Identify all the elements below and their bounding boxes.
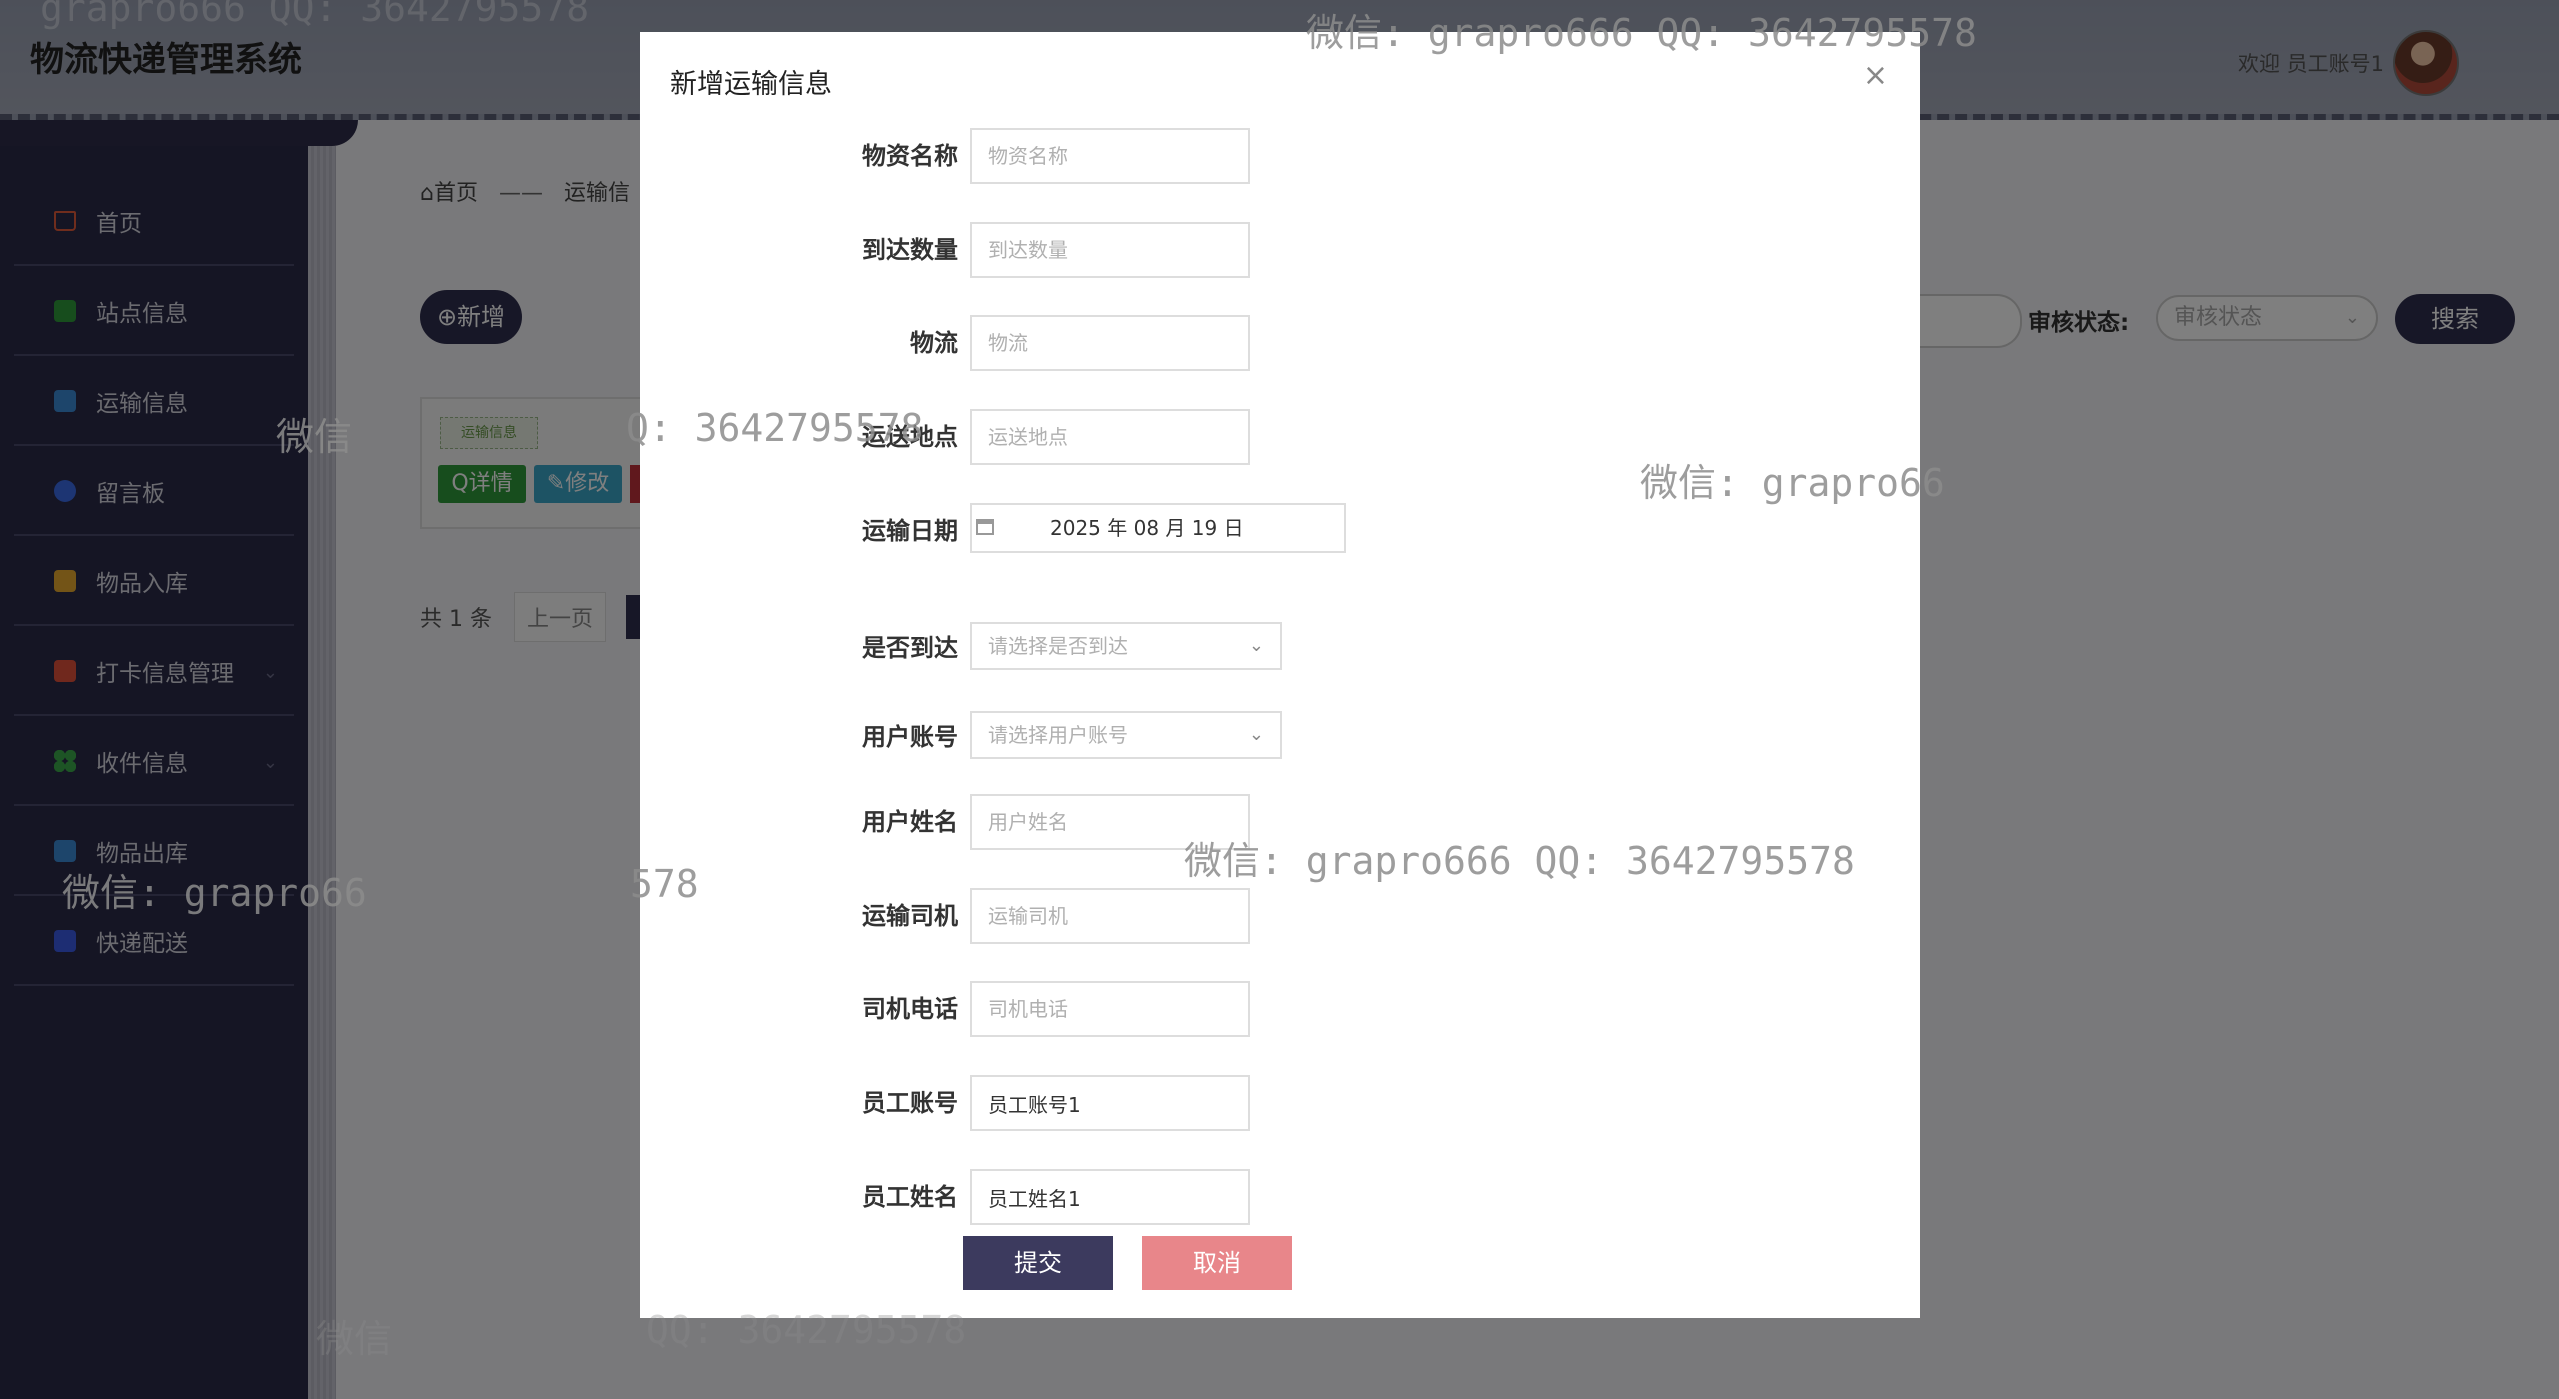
form-row-staff-name: 员工姓名: [640, 1169, 1920, 1225]
field-label: 司机电话: [862, 995, 958, 1023]
arrival-quantity-input[interactable]: [970, 222, 1250, 278]
field-label: 是否到达: [862, 634, 958, 662]
material-name-input[interactable]: [970, 128, 1250, 184]
form-row-arrival-quantity: 到达数量: [640, 222, 1920, 278]
calendar-icon: [976, 519, 994, 535]
field-label: 物流: [910, 329, 958, 357]
field-label: 到达数量: [862, 236, 958, 264]
chevron-down-icon: ⌄: [1248, 635, 1264, 656]
field-label: 运输日期: [862, 517, 958, 545]
form-row-driver: 运输司机: [640, 888, 1920, 944]
field-label: 物资名称: [862, 142, 958, 170]
modal-title: 新增运输信息: [670, 69, 832, 100]
field-label: 员工姓名: [862, 1183, 958, 1211]
driver-input[interactable]: [970, 888, 1250, 944]
user-account-select[interactable]: 请选择用户账号 ⌄: [970, 711, 1282, 759]
close-icon[interactable]: ×: [1863, 58, 1888, 93]
form-row-user-account: 用户账号 请选择用户账号 ⌄: [640, 709, 1920, 765]
staff-name-input[interactable]: [970, 1169, 1250, 1225]
select-placeholder: 请选择用户账号: [988, 723, 1128, 747]
field-label: 运输司机: [862, 902, 958, 930]
staff-account-input[interactable]: [970, 1075, 1250, 1131]
field-label: 用户姓名: [862, 808, 958, 836]
form-row-logistics: 物流: [640, 315, 1920, 371]
field-label: 运送地点: [862, 423, 958, 451]
form-row-user-name: 用户姓名: [640, 794, 1920, 850]
form-row-transport-date: 运输日期 2025 年 08 月 19 日: [640, 503, 1920, 559]
form-row-arrived: 是否到达 请选择是否到达 ⌄: [640, 620, 1920, 676]
form-row-material-name: 物资名称: [640, 128, 1920, 184]
cancel-button[interactable]: 取消: [1142, 1236, 1292, 1290]
select-placeholder: 请选择是否到达: [988, 634, 1128, 658]
date-value: 2025 年 08 月 19 日: [1050, 516, 1244, 540]
field-label: 用户账号: [862, 723, 958, 751]
user-name-input[interactable]: [970, 794, 1250, 850]
transport-date-picker[interactable]: 2025 年 08 月 19 日: [970, 503, 1346, 553]
logistics-input[interactable]: [970, 315, 1250, 371]
driver-phone-input[interactable]: [970, 981, 1250, 1037]
field-label: 员工账号: [862, 1089, 958, 1117]
form-row-destination: 运送地点: [640, 409, 1920, 465]
submit-button[interactable]: 提交: [963, 1236, 1113, 1290]
form-row-driver-phone: 司机电话: [640, 981, 1920, 1037]
add-transport-modal: 新增运输信息 × 物资名称 到达数量 物流 运送地点 运输日期 2025 年 0…: [640, 32, 1920, 1318]
chevron-down-icon: ⌄: [1248, 724, 1264, 745]
arrived-select[interactable]: 请选择是否到达 ⌄: [970, 622, 1282, 670]
form-row-staff-account: 员工账号: [640, 1075, 1920, 1131]
destination-input[interactable]: [970, 409, 1250, 465]
